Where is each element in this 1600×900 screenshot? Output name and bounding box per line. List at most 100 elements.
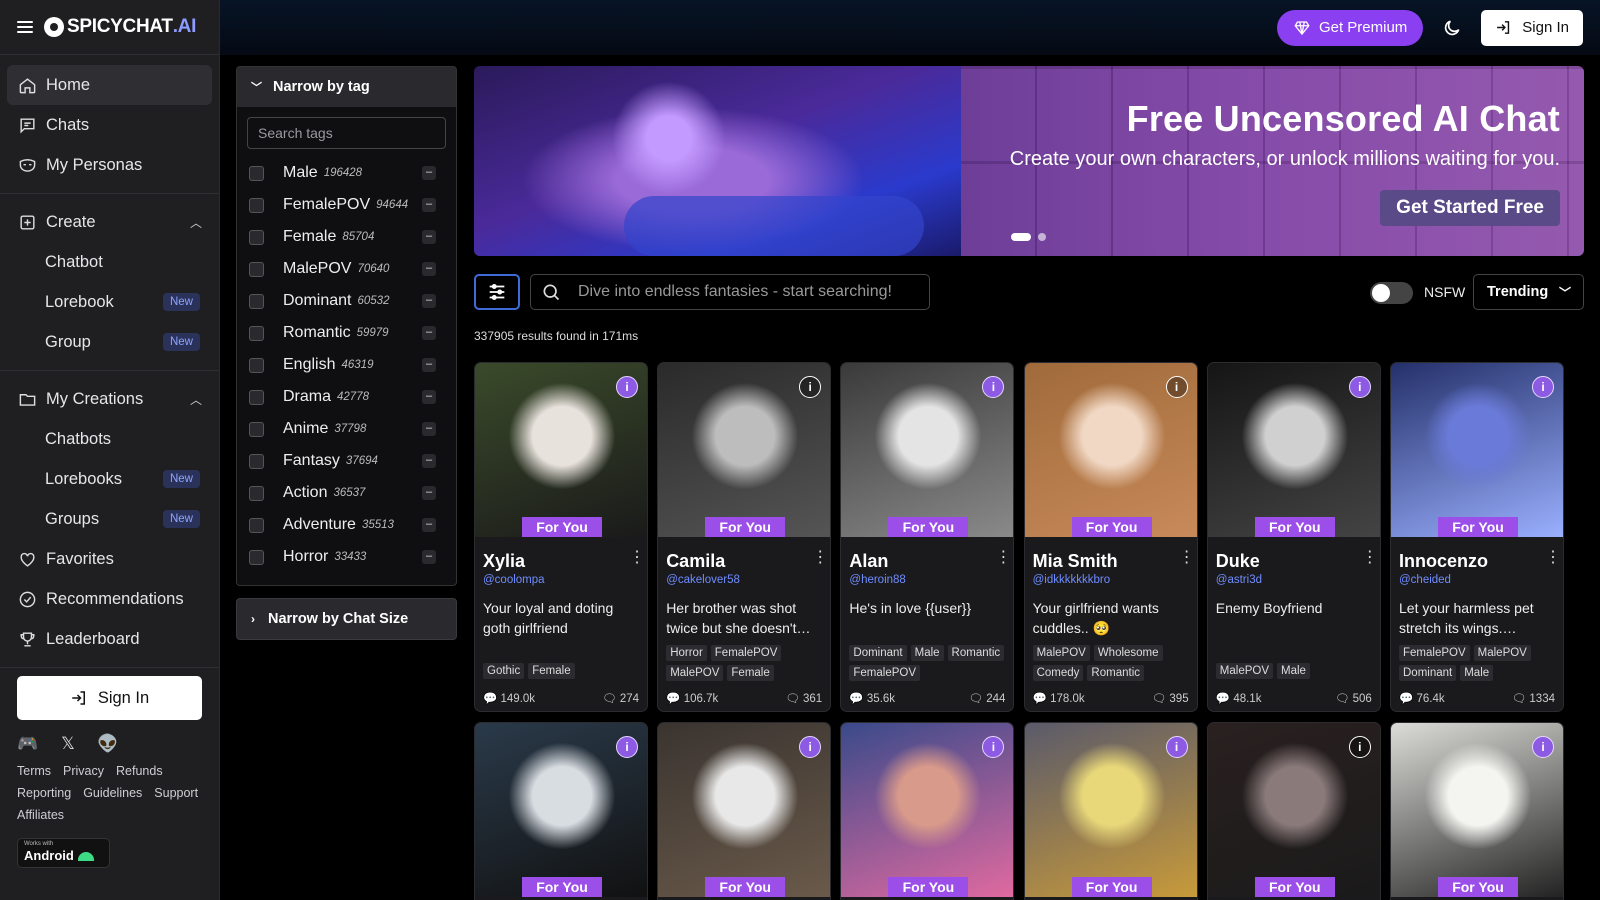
tag-checkbox[interactable] (249, 325, 264, 341)
hero-banner[interactable]: Free Uncensored AI Chat Create your own … (474, 66, 1584, 256)
sort-dropdown[interactable]: Trending ﹀ (1473, 274, 1584, 310)
character-name[interactable]: Camila (666, 551, 725, 572)
creator-handle[interactable]: @coolompa (483, 574, 545, 586)
character-card[interactable]: i For You Alan ⋮ @heroin88 He's in love {{use… (840, 362, 1015, 712)
narrow-by-tag-header[interactable]: ﹀ Narrow by tag (237, 67, 456, 107)
tag-row[interactable]: Adventure 35513 – (237, 509, 456, 541)
exclude-tag-button[interactable]: – (422, 390, 436, 404)
creator-handle[interactable]: @astri3d (1216, 574, 1262, 586)
tag-row[interactable]: Male 196428 – (237, 157, 456, 189)
tag-chip[interactable]: Wholesome (1093, 645, 1163, 661)
info-icon[interactable]: i (1348, 736, 1371, 758)
link-guidelines[interactable]: Guidelines (83, 786, 142, 800)
tag-chip[interactable]: Dominant (1399, 665, 1457, 681)
tag-checkbox[interactable] (249, 517, 264, 533)
sidebar-item-favorites[interactable]: Favorites (7, 539, 212, 579)
exclude-tag-button[interactable]: – (422, 294, 436, 308)
tag-row[interactable]: Action 36537 – (237, 477, 456, 509)
sidebar-item-groups[interactable]: Groups New (7, 499, 212, 539)
more-options-icon[interactable]: ⋮ (1179, 550, 1195, 566)
character-name[interactable]: Innocenzo (1399, 551, 1488, 572)
tag-checkbox[interactable] (249, 485, 264, 501)
link-refunds[interactable]: Refunds (116, 764, 163, 778)
tag-checkbox[interactable] (249, 293, 264, 309)
tag-row[interactable]: Dominant 60532 – (237, 285, 456, 317)
tag-chip[interactable]: Horror (666, 645, 707, 661)
creator-handle[interactable]: @heroin88 (849, 574, 905, 586)
chevron-up-icon[interactable]: ︿ (190, 391, 202, 408)
sidebar-item-home[interactable]: Home (7, 65, 212, 105)
exclude-tag-button[interactable]: – (422, 262, 436, 276)
creator-handle[interactable]: @idkkkkkkkbro (1033, 574, 1111, 586)
tag-checkbox[interactable] (249, 357, 264, 373)
tag-chip[interactable]: FemalePOV (1399, 645, 1470, 661)
character-name[interactable]: Alan (849, 551, 888, 572)
character-card[interactable]: i For You (840, 722, 1015, 900)
sidebar-item-chatbots[interactable]: Chatbots (7, 419, 212, 459)
tag-chip[interactable]: Male (1277, 663, 1310, 679)
exclude-tag-button[interactable]: – (422, 358, 436, 372)
character-card[interactable]: i For You Camila ⋮ @cakelover58 Her brother w… (657, 362, 832, 712)
exclude-tag-button[interactable]: – (422, 486, 436, 500)
character-name[interactable]: Mia Smith (1033, 551, 1118, 572)
tag-row[interactable]: Drama 42778 – (237, 381, 456, 413)
get-premium-button[interactable]: Get Premium (1276, 9, 1424, 46)
info-icon[interactable]: i (616, 376, 638, 398)
exclude-tag-button[interactable]: – (422, 166, 436, 180)
tag-checkbox[interactable] (249, 261, 264, 277)
header-signin-button[interactable]: Sign In (1481, 9, 1583, 46)
info-icon[interactable]: i (1532, 376, 1554, 398)
tag-row[interactable]: English 46319 – (237, 349, 456, 381)
search-input[interactable] (578, 283, 898, 301)
reddit-icon[interactable]: 👽 (97, 734, 119, 754)
link-support[interactable]: Support (154, 786, 198, 800)
discord-icon[interactable]: 🎮 (17, 734, 39, 754)
exclude-tag-button[interactable]: – (422, 326, 436, 340)
tag-chip[interactable]: Dominant (849, 645, 907, 661)
link-affiliates[interactable]: Affiliates (17, 808, 64, 822)
tag-row[interactable]: Female 85704 – (237, 221, 456, 253)
exclude-tag-button[interactable]: – (422, 422, 436, 436)
tag-chip[interactable]: MalePOV (1473, 645, 1531, 661)
nsfw-toggle[interactable] (1370, 282, 1413, 304)
exclude-tag-button[interactable]: – (422, 518, 436, 532)
tag-row[interactable]: Horror 33433 – (237, 541, 456, 573)
character-card[interactable]: i For You Xylia ⋮ @coolompa Your loyal and do… (474, 362, 648, 712)
sidebar-item-leaderboard[interactable]: Leaderboard (7, 619, 212, 659)
android-badge[interactable]: Works with Android (17, 838, 110, 868)
sidebar-item-recommendations[interactable]: Recommendations (7, 579, 212, 619)
tag-chip[interactable]: Male (910, 645, 944, 661)
tag-search-field[interactable] (247, 117, 446, 149)
carousel-dot[interactable] (1038, 233, 1046, 241)
narrow-by-chat-size-header[interactable]: › Narrow by Chat Size (236, 598, 457, 640)
tag-checkbox[interactable] (249, 229, 264, 245)
tag-chip[interactable]: MalePOV (1032, 645, 1090, 661)
tag-row[interactable]: Fantasy 37694 – (237, 445, 456, 477)
tag-chip[interactable]: Female (528, 663, 575, 679)
tag-chip[interactable]: FemalePOV (849, 665, 921, 681)
sidebar-item-my-creations[interactable]: My Creations ︿ (7, 379, 212, 419)
tag-checkbox[interactable] (249, 453, 264, 469)
sidebar-signin-button[interactable]: Sign In (17, 676, 202, 720)
character-card[interactable]: i For You Mia Smith ⋮ @idkkkkkkkbro Your girl… (1023, 362, 1198, 712)
link-terms[interactable]: Terms (17, 764, 51, 778)
character-name[interactable]: Duke (1216, 551, 1260, 572)
tag-chip[interactable]: Gothic (483, 663, 525, 679)
info-icon[interactable]: i (1348, 376, 1371, 398)
more-options-icon[interactable]: ⋮ (1362, 550, 1378, 566)
hamburger-menu-icon[interactable] (17, 21, 33, 33)
link-privacy[interactable]: Privacy (63, 764, 104, 778)
character-card[interactable]: i For You Duke ⋮ @astri3d Enemy Boyfriend Male… (1206, 362, 1381, 712)
tag-chip[interactable]: Male (1460, 665, 1494, 681)
info-icon[interactable]: i (1532, 736, 1554, 758)
info-icon[interactable]: i (1165, 736, 1188, 758)
tag-chip[interactable]: Romantic (947, 645, 1005, 661)
sidebar-item-group[interactable]: Group New (7, 322, 212, 362)
tag-chip[interactable]: Female (727, 665, 774, 681)
exclude-tag-button[interactable]: – (422, 230, 436, 244)
sidebar-item-chats[interactable]: Chats (7, 105, 212, 145)
more-options-icon[interactable]: ⋮ (812, 550, 828, 566)
moon-icon[interactable] (1438, 14, 1466, 42)
more-options-icon[interactable]: ⋮ (629, 550, 645, 566)
character-card[interactable]: i For You (474, 722, 648, 900)
